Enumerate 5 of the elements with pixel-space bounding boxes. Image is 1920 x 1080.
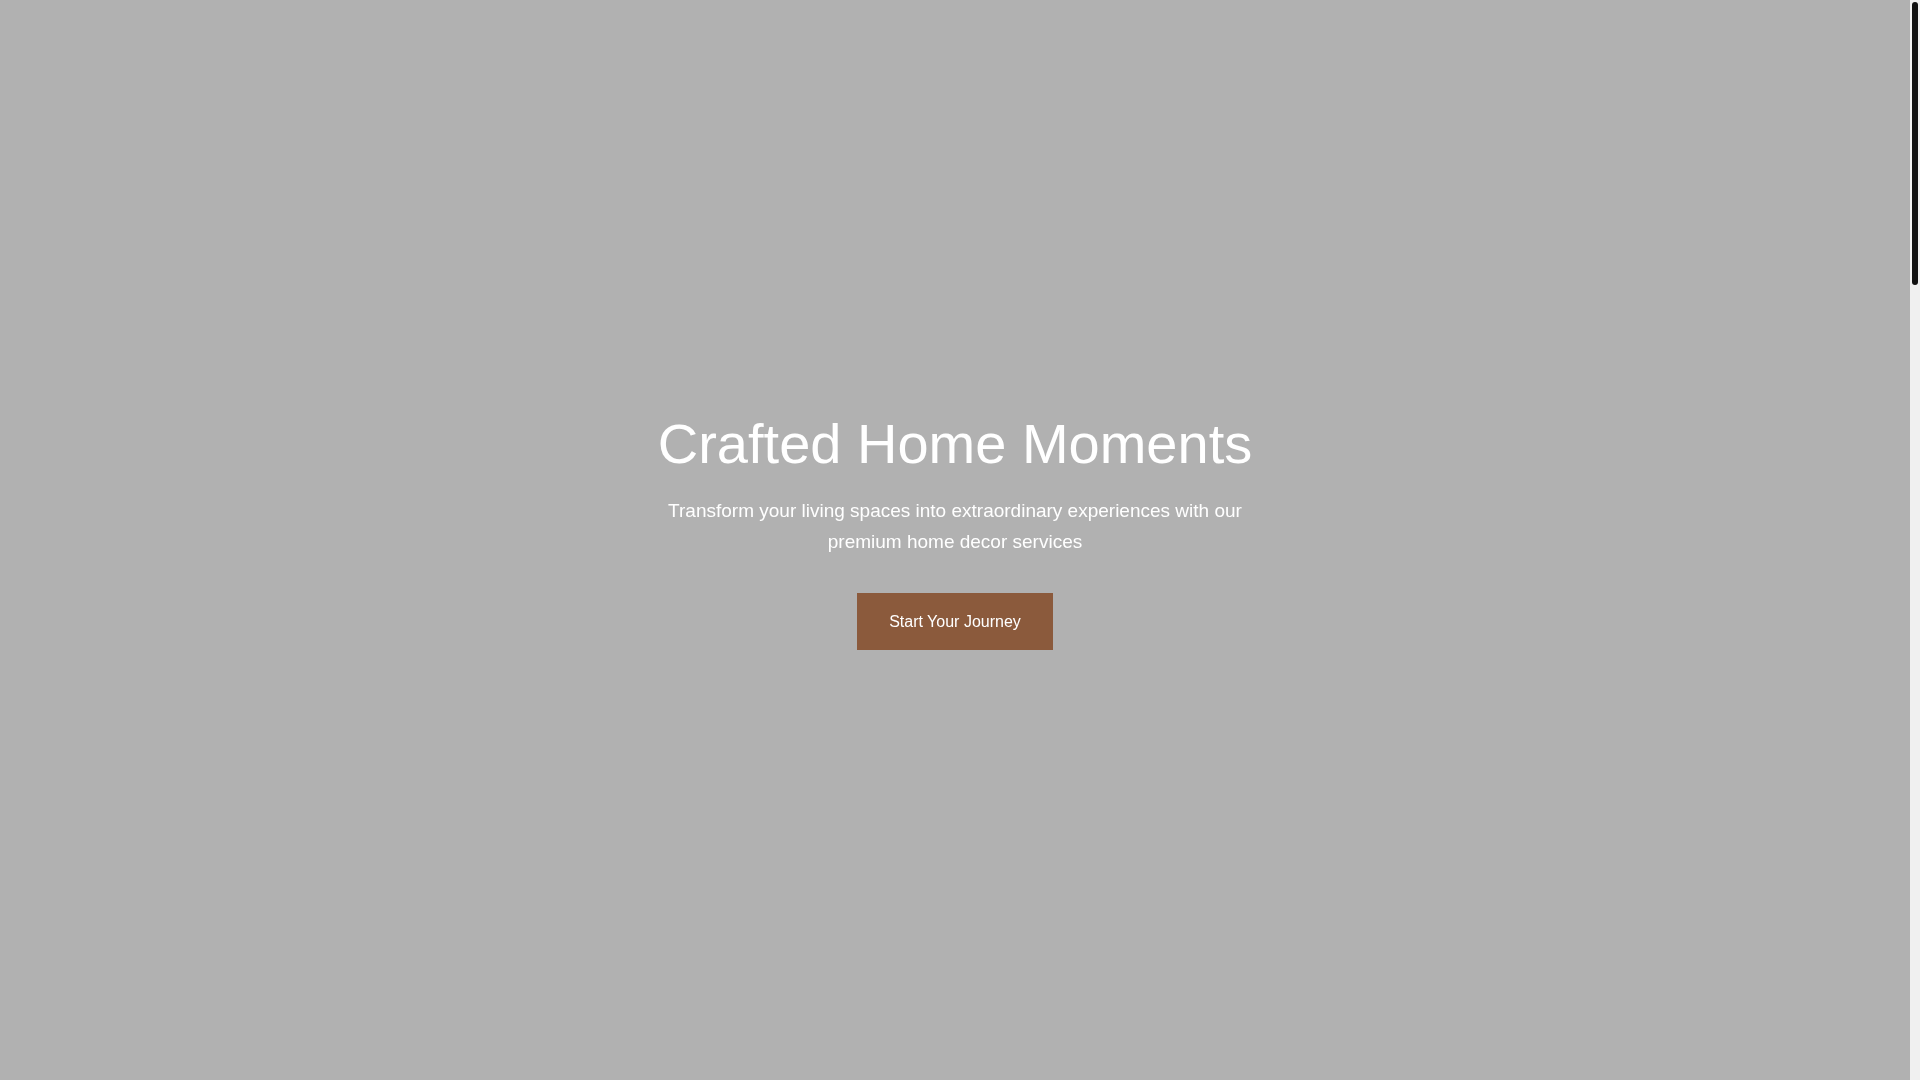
hero-title: Crafted Home Moments [657, 410, 1253, 477]
scrollbar[interactable] [1910, 0, 1920, 1080]
start-journey-button[interactable]: Start Your Journey [857, 593, 1053, 651]
hero-subtitle: Transform your living spaces into extraordinary experiences with our premium home decor services [667, 499, 1243, 555]
scrollbar-thumb[interactable] [1912, 2, 1918, 285]
